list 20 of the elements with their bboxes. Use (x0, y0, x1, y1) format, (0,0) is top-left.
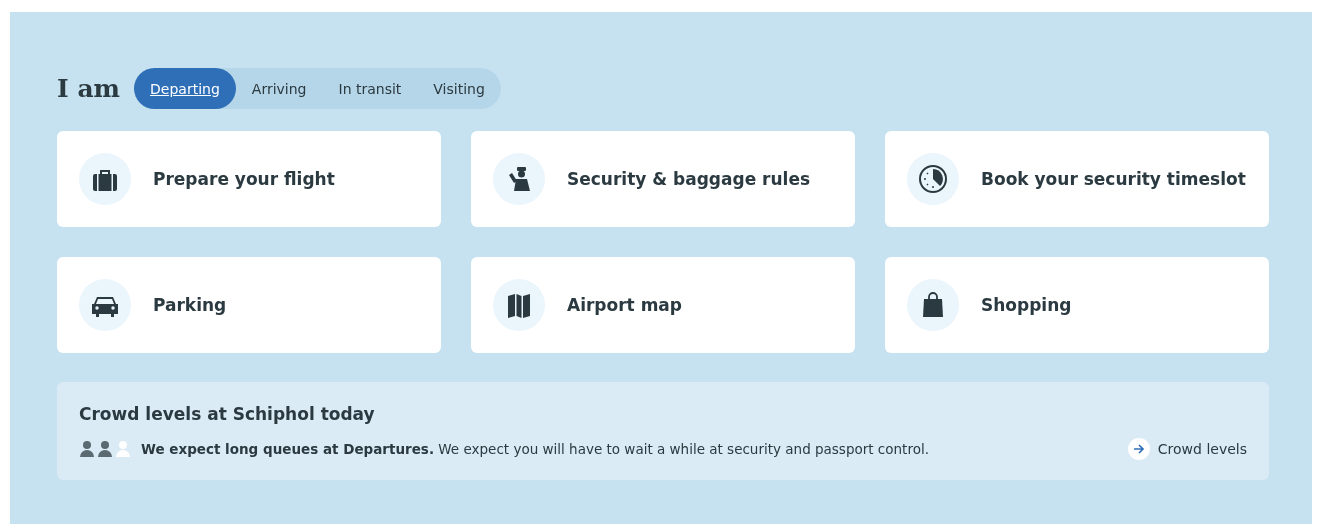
link-card[interactable]: Prepare your flight (57, 131, 441, 227)
suitcase-icon (79, 153, 131, 205)
officer-icon (493, 153, 545, 205)
tab[interactable]: Arriving (235, 68, 323, 109)
link-card[interactable]: Airport map (471, 257, 855, 353)
crowd-message: We expect long queues at Departures. We expect you will have to wait a while at security and passport control. (141, 441, 930, 457)
page-heading: I am (57, 74, 121, 103)
clock-icon (907, 153, 959, 205)
link-card[interactable]: Book your security timeslot (885, 131, 1269, 227)
tab[interactable]: Departing (134, 68, 236, 109)
shopping-bag-icon (907, 279, 959, 331)
map-icon (493, 279, 545, 331)
link-card[interactable]: Shopping (885, 257, 1269, 353)
crowd-levels-link[interactable]: Crowd levels (1127, 438, 1247, 460)
car-icon (79, 279, 131, 331)
crowd-title: Crowd levels at Schiphol today (79, 404, 376, 424)
link-card[interactable]: Parking (57, 257, 441, 353)
tab[interactable]: Visiting (417, 68, 501, 109)
link-card[interactable]: Security & baggage rules (471, 131, 855, 227)
tab[interactable]: In transit (322, 68, 418, 109)
